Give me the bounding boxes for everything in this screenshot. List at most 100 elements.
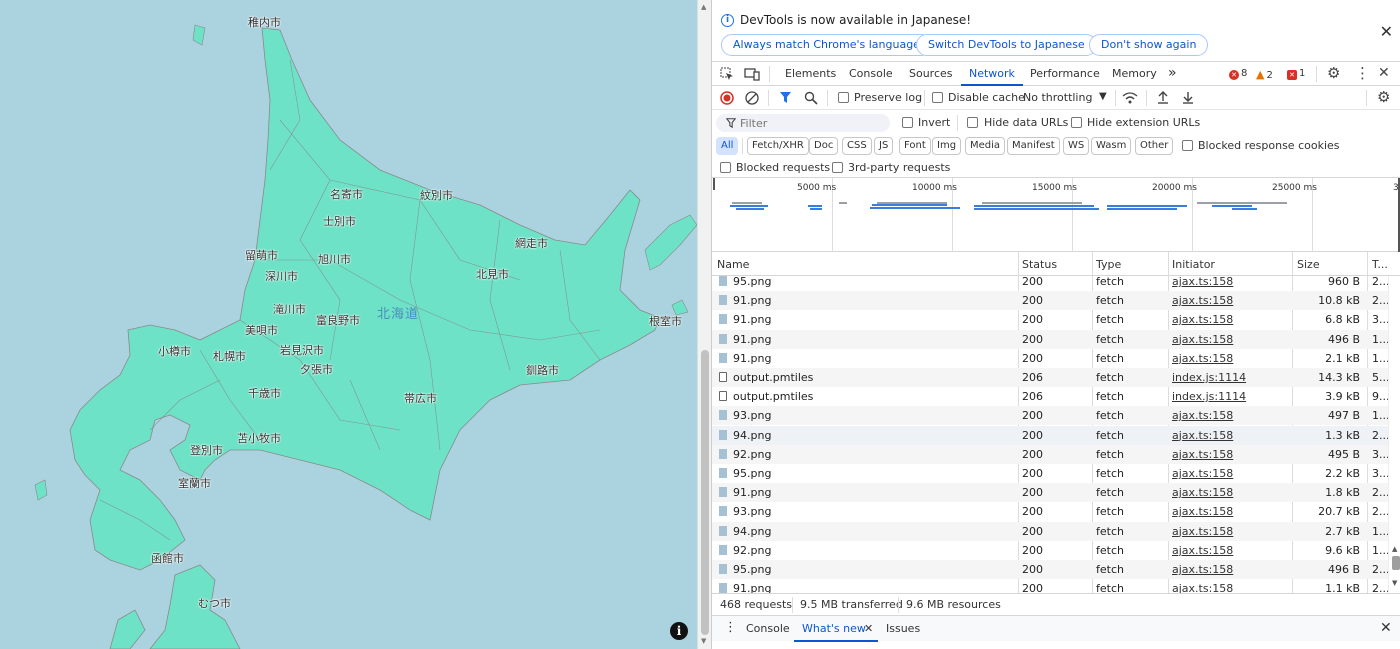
filter-chip-font[interactable]: Font bbox=[899, 137, 931, 155]
table-row[interactable]: 91.png 200 fetch ajax.ts:158 1.1 kB 2... bbox=[712, 579, 1388, 593]
table-row[interactable]: 93.png 200 fetch ajax.ts:158 20.7 kB 2... bbox=[712, 502, 1388, 521]
filter-chip-ws[interactable]: WS bbox=[1063, 137, 1090, 155]
network-conditions-icon[interactable] bbox=[1122, 91, 1138, 105]
filter-chip-js[interactable]: JS bbox=[874, 137, 894, 155]
request-initiator-link[interactable]: ajax.ts:158 bbox=[1172, 544, 1233, 557]
timeline-left-handle[interactable] bbox=[713, 178, 715, 190]
filter-chip-css[interactable]: CSS bbox=[842, 137, 872, 155]
device-toolbar-icon[interactable] bbox=[744, 67, 760, 81]
request-initiator-link[interactable]: ajax.ts:158 bbox=[1172, 409, 1233, 422]
table-row[interactable]: 91.png 200 fetch ajax.ts:158 496 B 1... bbox=[712, 329, 1388, 349]
request-initiator-link[interactable]: ajax.ts:158 bbox=[1172, 525, 1233, 538]
filter-chip-wasm[interactable]: Wasm bbox=[1091, 137, 1132, 155]
filter-chip-media[interactable]: Media bbox=[965, 137, 1006, 155]
tab-network[interactable]: Network bbox=[961, 62, 1023, 86]
chevron-down-icon[interactable]: ▼ bbox=[1099, 91, 1107, 102]
request-initiator-link[interactable]: ajax.ts:158 bbox=[1172, 505, 1233, 518]
table-row[interactable]: 93.png 200 fetch ajax.ts:158 497 B 1... bbox=[712, 406, 1388, 426]
column-header-time[interactable]: T... bbox=[1372, 258, 1388, 271]
more-options-icon[interactable]: ⋮ bbox=[1355, 66, 1370, 81]
request-initiator-link[interactable]: ajax.ts:158 bbox=[1172, 333, 1233, 346]
column-header-name[interactable]: Name bbox=[717, 258, 749, 271]
filter-icon[interactable] bbox=[779, 91, 792, 104]
filter-box[interactable] bbox=[716, 114, 890, 132]
request-initiator-link[interactable]: ajax.ts:158 bbox=[1172, 486, 1233, 499]
scroll-down-icon[interactable]: ▼ bbox=[1392, 579, 1397, 587]
search-icon[interactable] bbox=[804, 91, 818, 105]
network-settings-gear-icon[interactable]: ⚙ bbox=[1377, 90, 1390, 105]
scroll-up-icon[interactable]: ▲ bbox=[1392, 545, 1397, 553]
tab-sources[interactable]: Sources bbox=[909, 62, 953, 86]
table-row[interactable]: 95.png 200 fetch ajax.ts:158 496 B 2... bbox=[712, 560, 1388, 579]
table-scrollbar[interactable]: ▲ ▼ bbox=[1388, 276, 1400, 593]
scroll-down-icon[interactable]: ▼ bbox=[701, 637, 706, 645]
filter-chip-all[interactable]: All bbox=[716, 137, 739, 155]
export-har-icon[interactable] bbox=[1181, 90, 1195, 105]
record-stop-icon[interactable] bbox=[720, 91, 734, 105]
close-drawer-icon[interactable]: ✕ bbox=[1380, 620, 1392, 636]
table-row[interactable]: 91.png 200 fetch ajax.ts:158 1.8 kB 2... bbox=[712, 483, 1388, 503]
filter-chip-doc[interactable]: Doc bbox=[809, 137, 839, 155]
request-initiator-link[interactable]: index.js:1114 bbox=[1172, 371, 1246, 384]
dont-show-again-button[interactable]: Don't show again bbox=[1089, 34, 1209, 56]
filter-chip-manifest[interactable]: Manifest bbox=[1007, 137, 1060, 155]
scrollbar-thumb[interactable] bbox=[1392, 556, 1400, 570]
request-initiator-link[interactable]: ajax.ts:158 bbox=[1172, 448, 1233, 461]
table-row[interactable]: 91.png 200 fetch ajax.ts:158 10.8 kB 2... bbox=[712, 291, 1388, 311]
table-row[interactable]: 91.png 200 fetch ajax.ts:158 6.8 kB 3... bbox=[712, 310, 1388, 329]
request-initiator-link[interactable]: ajax.ts:158 bbox=[1172, 294, 1233, 307]
inspect-element-icon[interactable] bbox=[720, 67, 734, 81]
scrollbar-thumb[interactable] bbox=[701, 350, 709, 635]
column-header-type[interactable]: Type bbox=[1096, 258, 1121, 271]
invert-checkbox[interactable] bbox=[902, 117, 913, 128]
warning-count-badge[interactable]: ▲ 2 bbox=[1256, 68, 1273, 81]
hide-extension-urls-checkbox[interactable] bbox=[1071, 117, 1082, 128]
disable-cache-checkbox[interactable] bbox=[932, 92, 943, 103]
switch-to-japanese-button[interactable]: Switch DevTools to Japanese bbox=[916, 34, 1097, 56]
error-count-badge[interactable]: ✕ 8 bbox=[1229, 68, 1247, 80]
filter-chip-other[interactable]: Other bbox=[1135, 137, 1174, 155]
drawer-menu-icon[interactable]: ⋮ bbox=[724, 620, 737, 635]
drawer-tab-console[interactable]: Console bbox=[746, 622, 790, 635]
attribution-info-button[interactable]: i bbox=[670, 622, 688, 640]
column-header-size[interactable]: Size bbox=[1297, 258, 1320, 271]
request-initiator-link[interactable]: index.js:1114 bbox=[1172, 390, 1246, 403]
drawer-tab-whats-new[interactable]: What's new bbox=[802, 622, 866, 635]
filter-chip-fetch-xhr[interactable]: Fetch/XHR bbox=[747, 137, 809, 155]
network-overview-timeline[interactable]: 5000 ms 10000 ms 15000 ms 20000 ms 25000… bbox=[712, 178, 1400, 252]
table-row[interactable]: 92.png 200 fetch ajax.ts:158 9.6 kB 1... bbox=[712, 541, 1388, 560]
table-row[interactable]: output.pmtiles 206 fetch index.js:1114 14.3 … bbox=[712, 368, 1388, 387]
preserve-log-checkbox[interactable] bbox=[838, 92, 849, 103]
request-initiator-link[interactable]: ajax.ts:158 bbox=[1172, 563, 1233, 576]
issues-count-badge[interactable]: ✕ 1 bbox=[1287, 68, 1305, 80]
close-tab-icon[interactable]: ✕ bbox=[864, 622, 873, 635]
column-header-status[interactable]: Status bbox=[1022, 258, 1057, 271]
filter-input[interactable] bbox=[740, 116, 880, 130]
close-devtools-icon[interactable]: ✕ bbox=[1378, 66, 1390, 80]
column-header-initiator[interactable]: Initiator bbox=[1172, 258, 1215, 271]
blocked-requests-checkbox[interactable] bbox=[720, 162, 731, 173]
table-row[interactable]: 94.png 200 fetch ajax.ts:158 2.7 kB 1... bbox=[712, 521, 1388, 541]
page-scrollbar[interactable]: ▲ ▼ bbox=[697, 0, 711, 649]
hide-data-urls-checkbox[interactable] bbox=[967, 117, 978, 128]
tab-console[interactable]: Console bbox=[849, 62, 893, 86]
settings-gear-icon[interactable]: ⚙ bbox=[1327, 66, 1340, 81]
filter-chip-img[interactable]: Img bbox=[932, 137, 962, 155]
map-view[interactable]: 稚内市 名寄市 士別市 紋別市 網走市 北見市 留萌市 深川市 旭川市 滝川市 … bbox=[0, 0, 697, 649]
request-initiator-link[interactable]: ajax.ts:158 bbox=[1172, 429, 1233, 442]
throttling-select[interactable]: No throttling bbox=[1023, 91, 1092, 104]
blocked-response-cookies-checkbox[interactable] bbox=[1182, 140, 1193, 151]
table-row[interactable]: 92.png 200 fetch ajax.ts:158 495 B 3... bbox=[712, 444, 1388, 464]
request-initiator-link[interactable]: ajax.ts:158 bbox=[1172, 313, 1233, 326]
request-initiator-link[interactable]: ajax.ts:158 bbox=[1172, 582, 1233, 593]
request-initiator-link[interactable]: ajax.ts:158 bbox=[1172, 275, 1233, 288]
more-tabs-icon[interactable]: » bbox=[1168, 62, 1177, 86]
table-row[interactable]: 95.png 200 fetch ajax.ts:158 960 B 2... bbox=[712, 272, 1388, 291]
close-icon[interactable]: ✕ bbox=[1380, 22, 1393, 41]
import-har-icon[interactable] bbox=[1156, 90, 1170, 105]
request-initiator-link[interactable]: ajax.ts:158 bbox=[1172, 352, 1233, 365]
table-row[interactable]: 95.png 200 fetch ajax.ts:158 2.2 kB 3... bbox=[712, 464, 1388, 483]
third-party-requests-checkbox[interactable] bbox=[832, 162, 843, 173]
request-initiator-link[interactable]: ajax.ts:158 bbox=[1172, 467, 1233, 480]
tab-memory[interactable]: Memory bbox=[1112, 62, 1157, 86]
